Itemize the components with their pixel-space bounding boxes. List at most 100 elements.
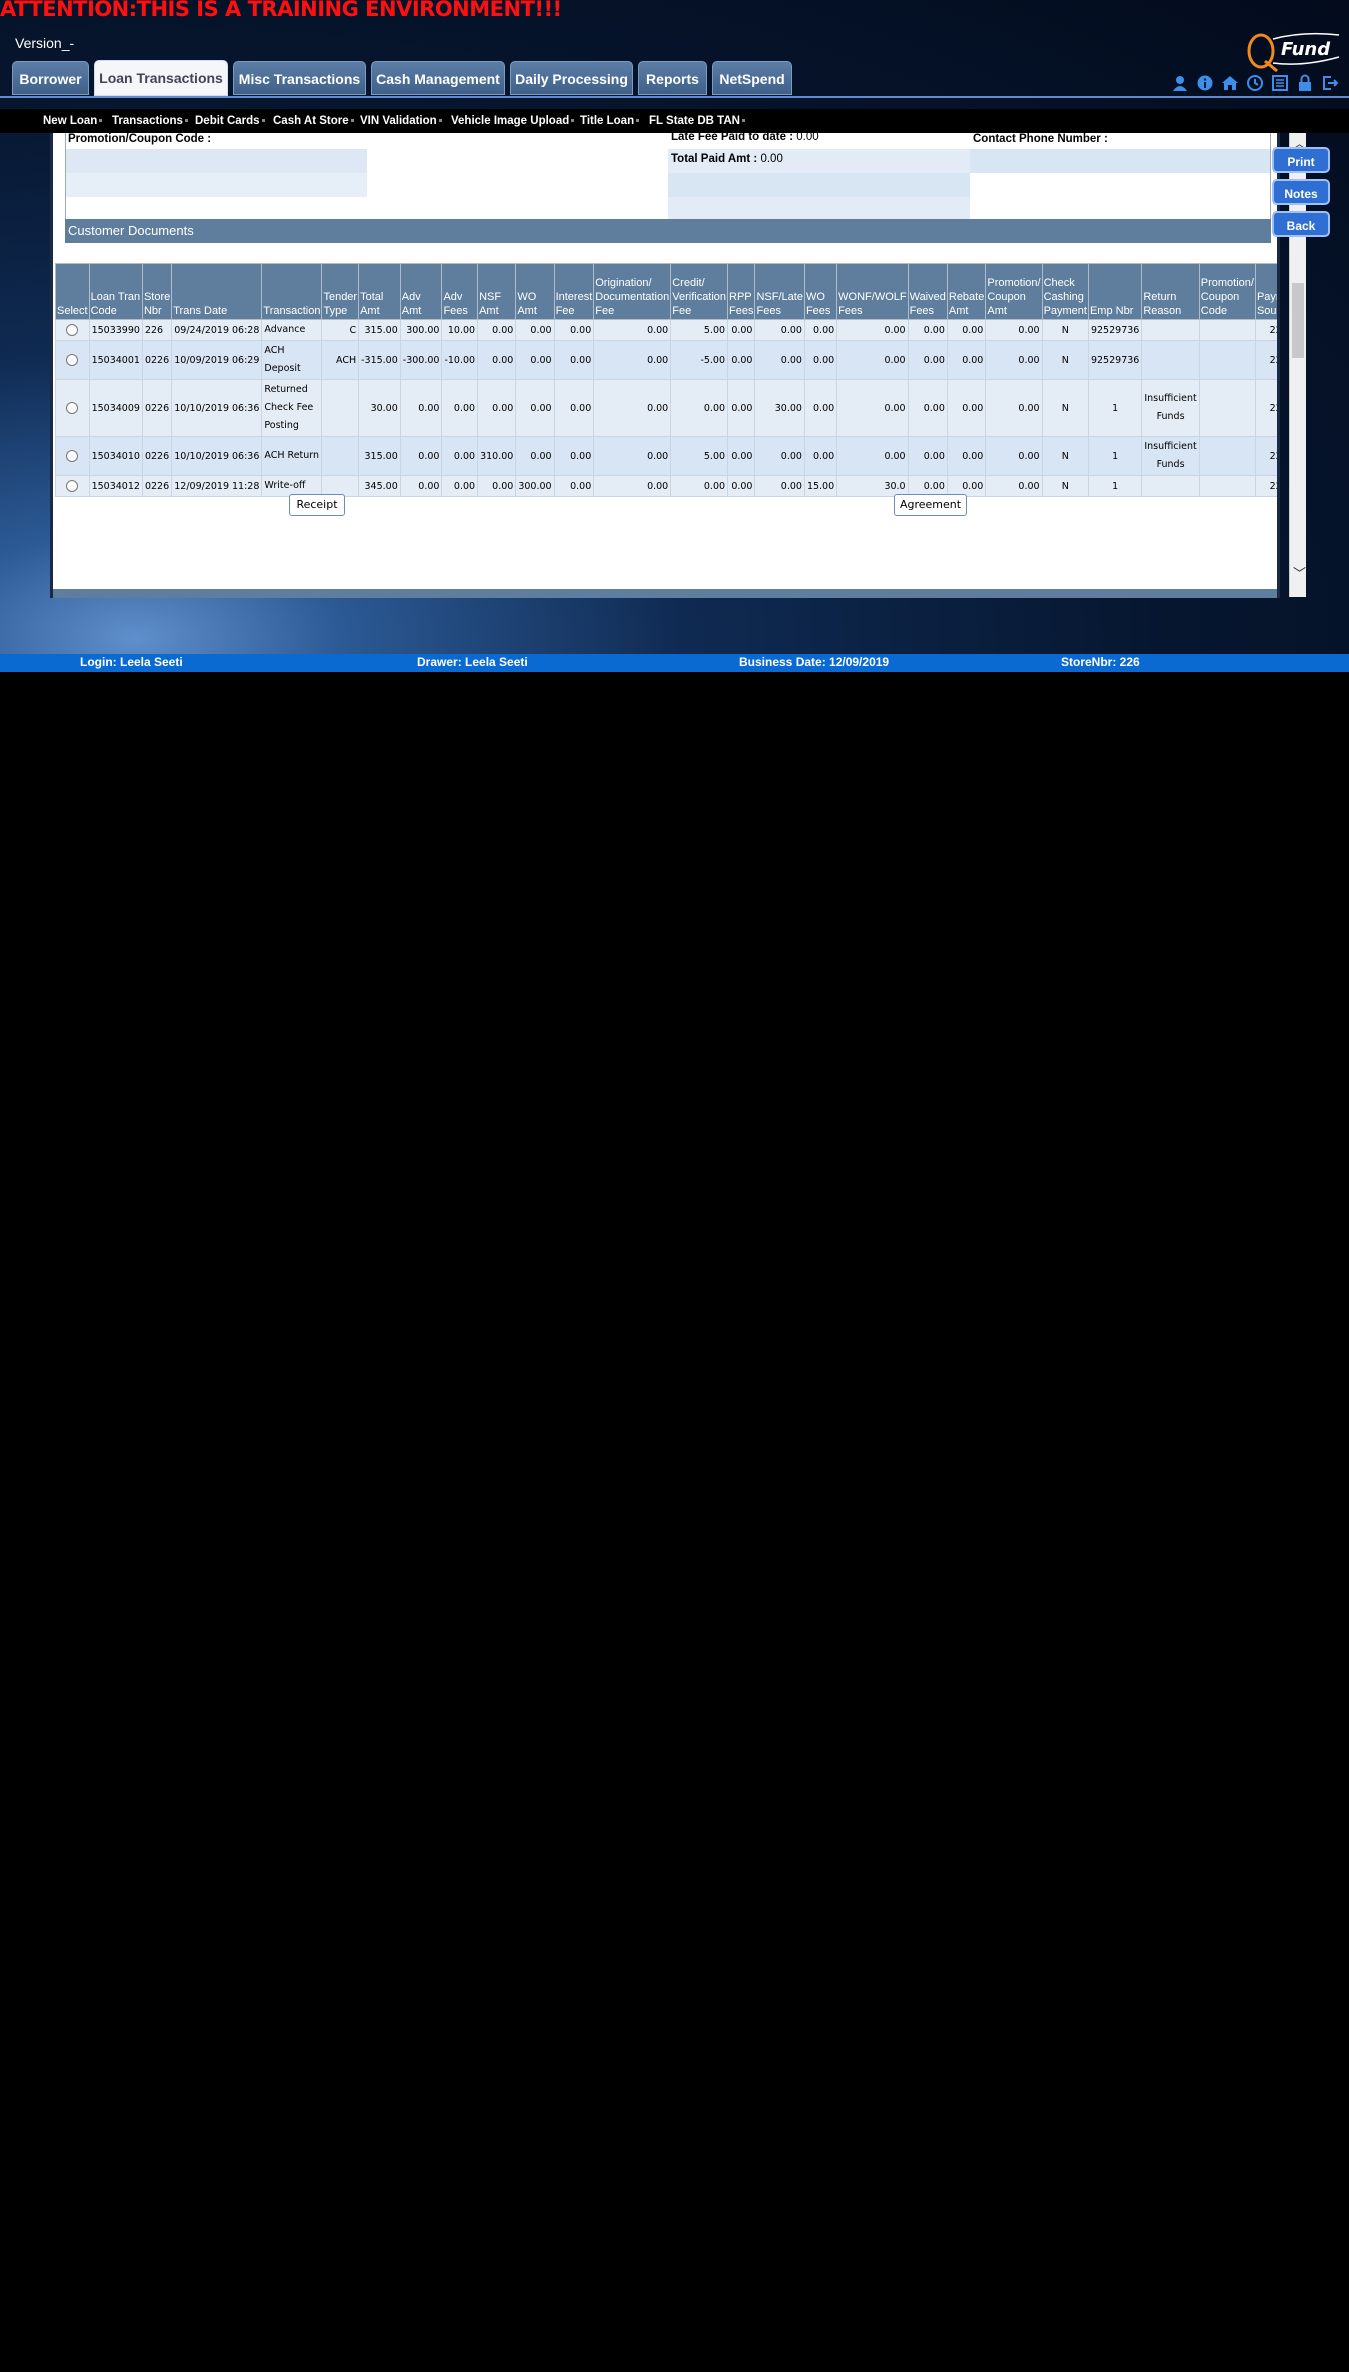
scroll-down-icon[interactable]: ﹀ <box>1293 563 1306 582</box>
lock-icon[interactable] <box>1296 74 1314 92</box>
receipt-button[interactable]: Receipt <box>289 494 345 516</box>
col-header: Tender Type <box>321 263 360 320</box>
table-cell: ACH <box>321 340 360 380</box>
table-cell: N <box>1041 475 1089 497</box>
table-cell <box>1198 436 1256 476</box>
col-header: Total Amt <box>358 263 401 320</box>
subnav-cash-at-store[interactable]: Cash At Store <box>273 115 354 127</box>
table-cell: 0.00 <box>907 379 948 437</box>
col-header: Adv Amt <box>399 263 443 320</box>
table-cell: -5.00 <box>670 340 729 380</box>
table-cell: 15.00 <box>803 475 838 497</box>
row-select-radio[interactable] <box>66 354 79 366</box>
col-header: Promotion/ Coupon Code <box>1198 263 1256 320</box>
app-window: ATTENTION:THIS IS A TRAINING ENVIRONMENT… <box>0 0 1349 672</box>
table-cell: 0.00 <box>399 379 443 437</box>
tab-reports[interactable]: Reports <box>638 61 707 95</box>
row-select-cell <box>55 436 90 476</box>
subnav-vehicle-image-upload[interactable]: Vehicle Image Upload <box>451 115 575 127</box>
table-cell <box>1198 475 1256 497</box>
table-cell: 1 <box>1087 379 1143 437</box>
table-cell: 15034001 <box>88 340 143 380</box>
tab-misc-transactions[interactable]: Misc Transactions <box>233 61 366 95</box>
table-cell: 10/09/2019 06:29 <box>171 340 263 380</box>
row-select-radio[interactable] <box>66 402 79 414</box>
table-cell: 0.00 <box>441 379 479 437</box>
home-icon[interactable] <box>1221 74 1239 92</box>
col-header: WO Amt <box>515 263 555 320</box>
table-cell: Insufficient Funds <box>1141 379 1200 437</box>
logout-icon[interactable] <box>1321 74 1339 92</box>
subnav-title-loan[interactable]: Title Loan <box>580 115 640 127</box>
col-header: WONF/WOLF Fees <box>836 263 909 320</box>
table-cell <box>321 379 360 437</box>
table-cell: 12/09/2019 11:28 <box>171 475 263 497</box>
user-icon[interactable] <box>1171 74 1189 92</box>
tab-cash-management[interactable]: Cash Management <box>371 61 505 95</box>
info-icon[interactable] <box>1196 74 1214 92</box>
col-header: Check Cashing Payment <box>1041 263 1089 320</box>
table-cell: 15033990 <box>88 319 143 341</box>
tab-netspend[interactable]: NetSpend <box>712 61 792 95</box>
table-header-row: Select Loan Tran Code Store Nbr Trans Da… <box>55 263 1277 320</box>
table-cell: N <box>1041 340 1089 380</box>
notes-button[interactable]: Notes <box>1272 179 1330 205</box>
subnav-fl-state-db-tan[interactable]: FL State DB TAN <box>649 115 745 127</box>
table-cell: 0.00 <box>946 379 987 437</box>
list-icon[interactable] <box>1271 74 1289 92</box>
table-cell: 0.00 <box>754 340 805 380</box>
table-cell: 10/10/2019 06:36 <box>171 436 263 476</box>
table-cell: -315.00 <box>358 340 401 380</box>
content-panel: Promotion/Coupon Code : Late Fee Paid to… <box>50 133 1280 598</box>
table-row[interactable]: 15034010 0226 10/10/2019 06:36 ACH Return 31… <box>55 436 1277 476</box>
tab-loan-transactions[interactable]: Loan Transactions <box>94 60 228 96</box>
table-cell: 0.00 <box>727 319 756 341</box>
row-select-radio[interactable] <box>66 450 79 462</box>
subnav-transactions[interactable]: Transactions <box>112 115 188 127</box>
table-row[interactable]: 15034012 0226 12/09/2019 11:28 Write-off 345… <box>55 475 1277 497</box>
row-select-radio[interactable] <box>66 480 79 492</box>
row-select-cell <box>55 475 90 497</box>
row-select-cell <box>55 319 90 341</box>
table-row[interactable]: 15033990 226 09/24/2019 06:28 Advance C 315.0… <box>55 319 1277 341</box>
table-cell: 0.00 <box>553 340 595 380</box>
scroll-thumb[interactable] <box>1292 283 1304 358</box>
table-cell: 15034010 <box>88 436 143 476</box>
tab-borrower[interactable]: Borrower <box>12 61 89 95</box>
subnav-new-loan[interactable]: New Loan <box>43 115 103 127</box>
table-cell: 0.00 <box>727 340 756 380</box>
svg-text:Fund: Fund <box>1281 39 1331 60</box>
agreement-button[interactable]: Agreement <box>894 494 967 516</box>
table-cell: 0226 <box>141 436 173 476</box>
table-cell: 226 <box>141 319 173 341</box>
table-cell: 0.00 <box>727 379 756 437</box>
table-cell: 0.00 <box>515 379 555 437</box>
table-cell: 0.00 <box>553 475 595 497</box>
table-cell: 226 <box>1254 436 1277 476</box>
table-cell: 10/10/2019 06:36 <box>171 379 263 437</box>
table-cell: 300.00 <box>399 319 443 341</box>
col-header: WO Fees <box>803 263 838 320</box>
total-paid-value: 0.00 <box>760 153 783 165</box>
panel-footer <box>53 589 1277 598</box>
subnav-debit-cards[interactable]: Debit Cards <box>195 115 265 127</box>
table-cell: 0.00 <box>803 379 838 437</box>
tab-underline <box>0 96 1349 98</box>
col-header: Rebate Amt <box>946 263 987 320</box>
subnav-vin-validation[interactable]: VIN Validation <box>360 115 442 127</box>
clock-icon[interactable] <box>1246 74 1264 92</box>
drawer-status: Drawer: Leela Seeti <box>417 655 528 669</box>
table-row[interactable]: 15034001 0226 10/09/2019 06:29 ACH Deposit A… <box>55 340 1277 380</box>
table-cell: 0.00 <box>593 319 672 341</box>
table-cell: 0.00 <box>515 319 555 341</box>
print-button[interactable]: Print <box>1272 147 1330 173</box>
back-button[interactable]: Back <box>1272 211 1330 237</box>
table-cell: 0.00 <box>946 436 987 476</box>
tab-daily-processing[interactable]: Daily Processing <box>510 61 633 95</box>
table-cell: 0.00 <box>727 475 756 497</box>
table-row[interactable]: 15034009 0226 10/10/2019 06:36 Returned Che… <box>55 379 1277 437</box>
table-cell: 0.00 <box>441 475 479 497</box>
table-cell: 0.00 <box>670 475 729 497</box>
row-select-radio[interactable] <box>66 324 79 336</box>
table-cell <box>1198 340 1256 380</box>
